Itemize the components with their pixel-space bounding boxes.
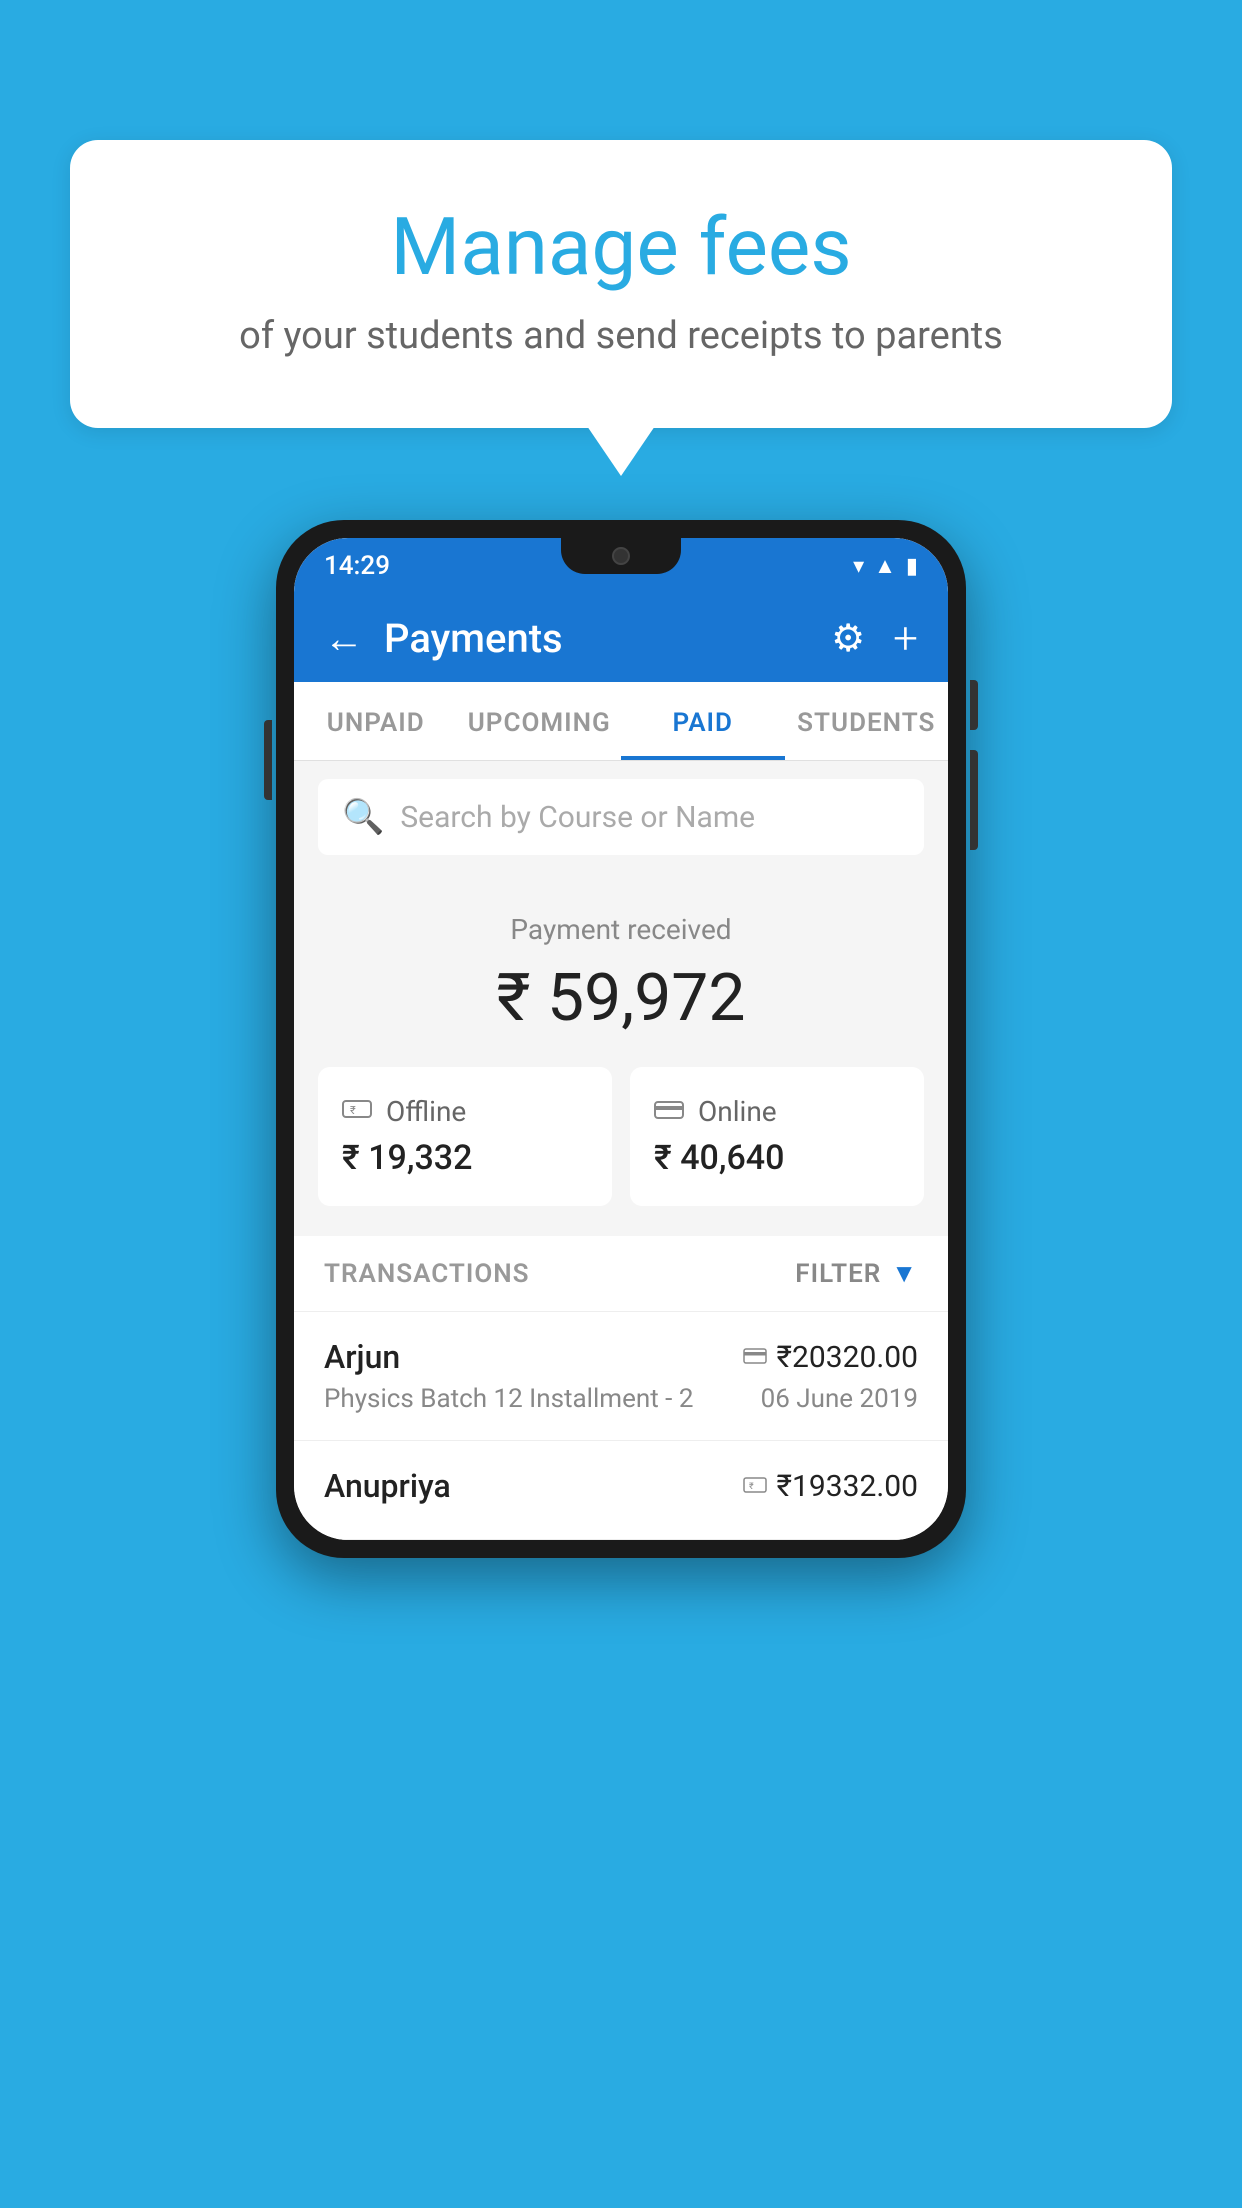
payment-received-section: Payment received ₹ 59,972 <box>294 873 948 1067</box>
battery-icon: ▮ <box>906 554 918 579</box>
offline-card: ₹ Offline ₹ 19,332 <box>318 1067 612 1206</box>
transaction-amount-wrap: ₹20320.00 <box>743 1340 918 1375</box>
svg-text:₹: ₹ <box>749 1482 754 1492</box>
transaction-name: Anupriya <box>324 1467 451 1505</box>
offline-amount: ₹ 19,332 <box>342 1138 472 1178</box>
power-button <box>970 680 978 730</box>
tab-unpaid[interactable]: UNPAID <box>294 682 458 760</box>
transaction-date: 06 June 2019 <box>761 1384 918 1414</box>
volume-button-right <box>970 750 978 850</box>
page-title: Payments <box>384 615 831 662</box>
signal-icon: ▲ <box>874 553 896 579</box>
settings-icon[interactable]: ⚙ <box>831 616 865 661</box>
online-label: Online <box>698 1095 777 1128</box>
transaction-top: Arjun ₹20320.00 <box>324 1338 918 1376</box>
payment-type-icon <box>743 1342 767 1372</box>
transaction-top: Anupriya ₹ ₹19332.00 <box>324 1467 918 1505</box>
tab-paid[interactable]: PAID <box>621 682 785 760</box>
tab-students[interactable]: STUDENTS <box>785 682 949 760</box>
offline-icon: ₹ <box>342 1095 372 1128</box>
transaction-amount-wrap: ₹ ₹19332.00 <box>743 1469 918 1504</box>
phone-mockup: 14:29 ▾ ▲ ▮ ← Payments ⚙ + <box>276 520 966 1558</box>
wifi-icon: ▾ <box>853 554 864 579</box>
offline-label: Offline <box>386 1095 466 1128</box>
transactions-header: TRANSACTIONS FILTER ▼ <box>294 1236 948 1312</box>
online-card-header: Online <box>654 1095 777 1128</box>
online-icon <box>654 1095 684 1128</box>
bubble-subtitle: of your students and send receipts to pa… <box>150 314 1092 358</box>
transaction-bottom: Physics Batch 12 Installment - 2 06 June… <box>324 1384 918 1414</box>
status-time: 14:29 <box>324 551 390 581</box>
status-icons: ▾ ▲ ▮ <box>853 553 918 579</box>
bubble-title: Manage fees <box>150 200 1092 294</box>
back-button[interactable]: ← <box>324 615 364 662</box>
notch <box>561 538 681 574</box>
payment-type-icon: ₹ <box>743 1471 767 1501</box>
transaction-name: Arjun <box>324 1338 400 1376</box>
speech-bubble-container: Manage fees of your students and send re… <box>70 140 1172 428</box>
svg-text:₹: ₹ <box>350 1104 356 1117</box>
payment-total-amount: ₹ 59,972 <box>318 960 924 1037</box>
filter-button[interactable]: FILTER ▼ <box>795 1258 918 1289</box>
search-icon: 🔍 <box>342 797 384 837</box>
online-amount: ₹ 40,640 <box>654 1138 784 1178</box>
transaction-row[interactable]: Anupriya ₹ ₹19332.00 <box>294 1441 948 1540</box>
app-bar-actions: ⚙ + <box>831 612 918 664</box>
search-section: 🔍 Search by Course or Name <box>294 761 948 873</box>
search-placeholder: Search by Course or Name <box>400 800 755 835</box>
tab-upcoming[interactable]: UPCOMING <box>458 682 622 760</box>
transaction-amount: ₹19332.00 <box>777 1469 918 1504</box>
transaction-row[interactable]: Arjun ₹20320.00 Physics <box>294 1312 948 1441</box>
camera <box>612 547 630 565</box>
status-bar: 14:29 ▾ ▲ ▮ <box>294 538 948 594</box>
speech-bubble: Manage fees of your students and send re… <box>70 140 1172 428</box>
payment-received-label: Payment received <box>318 913 924 946</box>
transaction-amount: ₹20320.00 <box>777 1340 918 1375</box>
filter-label: FILTER <box>795 1259 881 1289</box>
filter-icon: ▼ <box>891 1258 918 1289</box>
add-button[interactable]: + <box>893 612 918 664</box>
search-bar[interactable]: 🔍 Search by Course or Name <box>318 779 924 855</box>
online-card: Online ₹ 40,640 <box>630 1067 924 1206</box>
transactions-label: TRANSACTIONS <box>324 1259 530 1289</box>
volume-button <box>264 720 272 800</box>
transaction-course: Physics Batch 12 Installment - 2 <box>324 1384 693 1414</box>
offline-card-header: ₹ Offline <box>342 1095 466 1128</box>
tabs-bar: UNPAID UPCOMING PAID STUDENTS <box>294 682 948 761</box>
payment-cards: ₹ Offline ₹ 19,332 <box>294 1067 948 1236</box>
app-bar: ← Payments ⚙ + <box>294 594 948 682</box>
